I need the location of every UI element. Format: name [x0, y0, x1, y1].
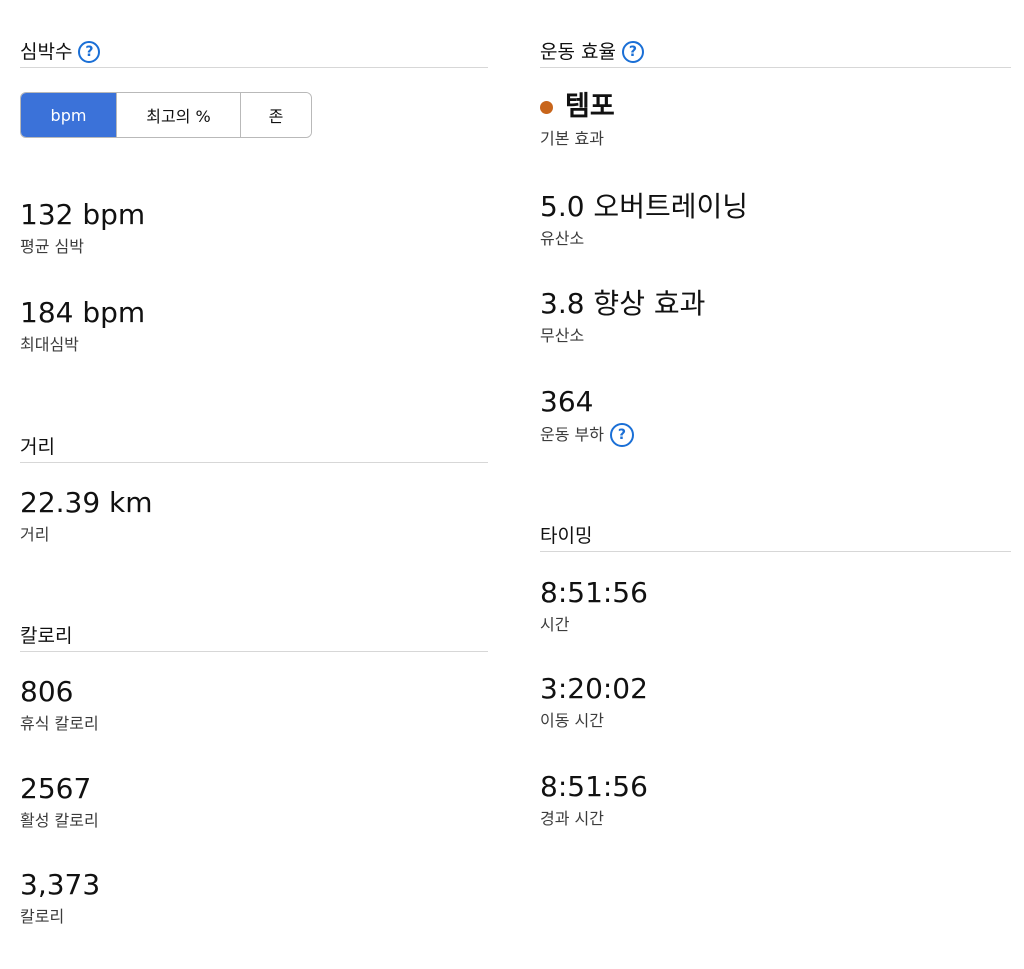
calories-title: 칼로리 — [20, 624, 73, 647]
primary-benefit-value: 템포 — [565, 91, 615, 122]
moving-time-label: 이동 시간 — [540, 711, 604, 730]
heart-rate-section: 심박수 ? — [20, 38, 488, 68]
aerobic-effect-stat: 5.0 오버트레이닝 유산소 — [540, 190, 748, 250]
max-heart-rate-value: 184 bpm — [20, 296, 146, 329]
distance-section: 거리 — [20, 433, 488, 463]
active-calories-stat: 2567 활성 칼로리 — [20, 772, 99, 832]
total-calories-value: 3,373 — [20, 868, 101, 901]
aerobic-effect-value: 5.0 오버트레이닝 — [540, 190, 748, 223]
anaerobic-effect-label: 무산소 — [540, 326, 585, 345]
time-label: 시간 — [540, 615, 570, 634]
calories-section: 칼로리 — [20, 622, 488, 652]
moving-time-stat: 3:20:02 이동 시간 — [540, 672, 648, 732]
segment-bpm[interactable]: bpm — [21, 93, 117, 137]
primary-benefit-value-row: 템포 — [540, 90, 615, 124]
total-calories-label: 칼로리 — [20, 907, 65, 926]
elapsed-time-value: 8:51:56 — [540, 770, 648, 803]
anaerobic-effect-value: 3.8 향상 효과 — [540, 287, 706, 320]
training-effect-section: 운동 효율 ? — [540, 38, 1011, 68]
training-load-stat: 364 운동 부하 ? — [540, 385, 634, 447]
distance-header: 거리 — [20, 433, 488, 463]
help-question-icon[interactable]: ? — [609, 423, 634, 447]
heart-rate-title: 심박수 — [20, 40, 73, 63]
moving-time-value: 3:20:02 — [540, 672, 648, 705]
distance-stat: 22.39 km 거리 — [20, 486, 153, 546]
help-question-icon[interactable]: ? — [78, 40, 101, 63]
training-effect-header: 운동 효율 ? — [540, 38, 1011, 68]
resting-calories-stat: 806 휴식 칼로리 — [20, 675, 99, 735]
avg-heart-rate-value: 132 bpm — [20, 198, 146, 231]
heart-rate-unit-segmented-control: bpm 최고의 % 존 — [20, 92, 312, 138]
heart-rate-header: 심박수 ? — [20, 38, 488, 68]
elapsed-time-stat: 8:51:56 경과 시간 — [540, 770, 648, 830]
training-load-label: 운동 부하 — [540, 425, 604, 444]
segment-max-percent[interactable]: 최고의 % — [117, 93, 241, 137]
aerobic-effect-label: 유산소 — [540, 229, 585, 248]
timing-header: 타이밍 — [540, 522, 1011, 552]
training-load-label-row: 운동 부하 ? — [540, 423, 634, 447]
primary-benefit-stat: 템포 기본 효과 — [540, 90, 615, 150]
anaerobic-effect-stat: 3.8 향상 효과 무산소 — [540, 287, 705, 347]
active-calories-label: 활성 칼로리 — [20, 811, 99, 830]
total-calories-stat: 3,373 칼로리 — [20, 868, 100, 928]
resting-calories-value: 806 — [20, 675, 74, 708]
distance-title: 거리 — [20, 435, 55, 458]
primary-benefit-label: 기본 효과 — [540, 129, 604, 148]
training-effect-title: 운동 효율 — [540, 40, 616, 63]
tempo-dot-icon — [540, 100, 553, 114]
timing-section: 타이밍 — [540, 522, 1011, 552]
help-question-icon[interactable]: ? — [621, 40, 644, 63]
calories-header: 칼로리 — [20, 622, 488, 652]
timing-title: 타이밍 — [540, 524, 593, 547]
elapsed-time-label: 경과 시간 — [540, 809, 604, 828]
distance-label: 거리 — [20, 525, 50, 544]
segment-zones[interactable]: 존 — [241, 93, 311, 137]
distance-value: 22.39 km — [20, 486, 153, 519]
training-load-value: 364 — [540, 385, 594, 418]
max-heart-rate-stat: 184 bpm 최대심박 — [20, 296, 145, 356]
time-stat: 8:51:56 시간 — [540, 576, 648, 636]
active-calories-value: 2567 — [20, 772, 92, 805]
time-value: 8:51:56 — [540, 576, 648, 609]
avg-heart-rate-label: 평균 심박 — [20, 237, 84, 256]
avg-heart-rate-stat: 132 bpm 평균 심박 — [20, 198, 145, 258]
resting-calories-label: 휴식 칼로리 — [20, 714, 99, 733]
max-heart-rate-label: 최대심박 — [20, 335, 79, 354]
